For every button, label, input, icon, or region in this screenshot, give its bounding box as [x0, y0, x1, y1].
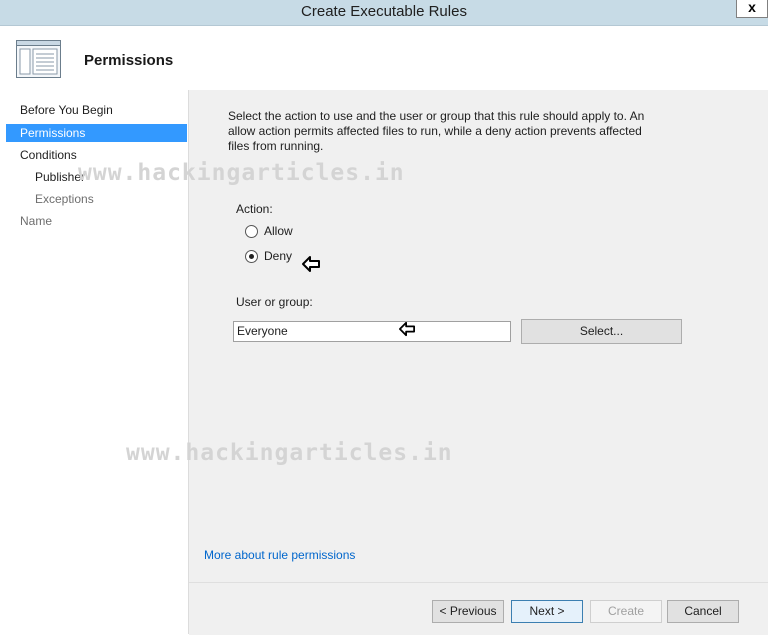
arrow-pointer-icon-2: [398, 321, 415, 337]
radio-selected-dot: [249, 254, 254, 259]
wizard-footer: < Previous Next > Create Cancel: [189, 582, 768, 635]
close-button[interactable]: x: [736, 0, 768, 18]
allow-label[interactable]: Allow: [264, 224, 293, 238]
cancel-button[interactable]: Cancel: [667, 600, 739, 623]
watermark-text: www.hackingarticles.in: [78, 160, 405, 186]
wizard-window-icon: [16, 40, 61, 81]
deny-label[interactable]: Deny: [264, 249, 292, 263]
wizard-header: Permissions: [0, 26, 768, 90]
more-about-permissions-link[interactable]: More about rule permissions: [204, 548, 355, 562]
deny-radio[interactable]: [245, 250, 258, 263]
nav-item-exceptions[interactable]: Exceptions: [6, 190, 187, 208]
nav-item-name[interactable]: Name: [6, 212, 187, 230]
next-button[interactable]: Next >: [511, 600, 583, 623]
page-title: Permissions: [84, 52, 174, 69]
nav-item-permissions[interactable]: Permissions: [6, 124, 187, 142]
nav-item-before-you-begin[interactable]: Before You Begin: [6, 101, 187, 119]
window-title: Create Executable Rules: [301, 3, 467, 20]
action-label: Action:: [236, 202, 273, 216]
arrow-pointer-icon: [302, 256, 320, 272]
select-button[interactable]: Select...: [521, 319, 682, 344]
user-group-field[interactable]: Everyone: [233, 321, 511, 342]
user-group-label: User or group:: [236, 295, 313, 309]
watermark-text-2: www.hackingarticles.in: [126, 440, 453, 466]
description-text: Select the action to use and the user or…: [228, 109, 645, 153]
create-button[interactable]: Create: [590, 600, 662, 623]
previous-button[interactable]: < Previous: [432, 600, 504, 623]
title-bar: Create Executable Rules x: [0, 0, 768, 26]
allow-radio[interactable]: [245, 225, 258, 238]
